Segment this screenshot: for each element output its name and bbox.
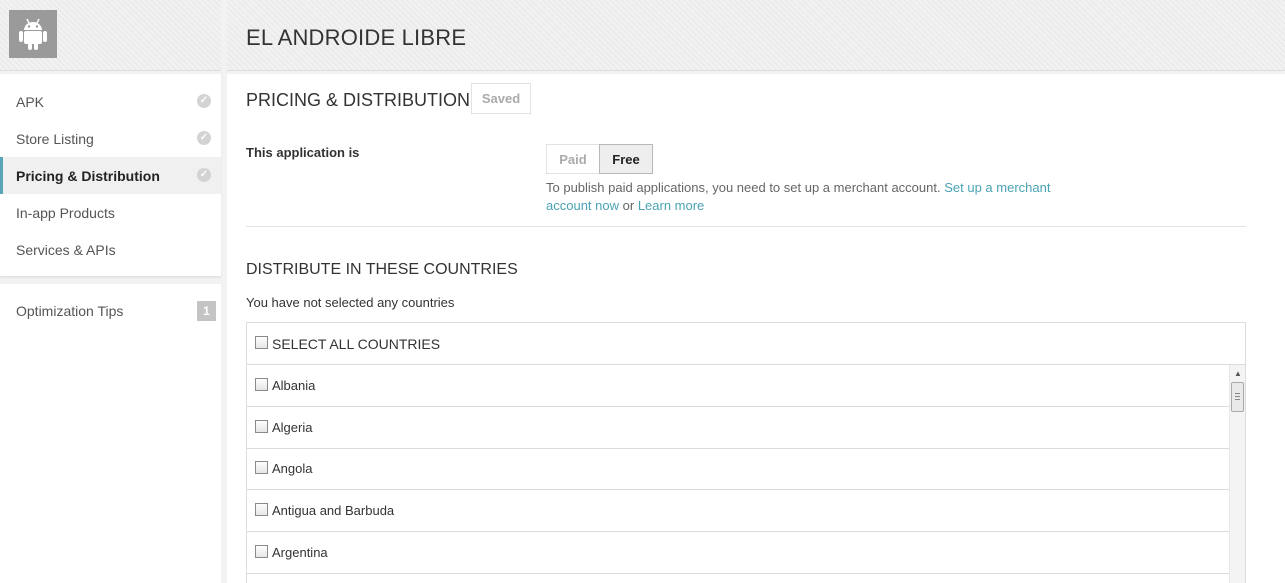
- country-scroll-area: Albania Algeria Angola Antigua and Barbu…: [247, 365, 1245, 583]
- list-item[interactable]: Antigua and Barbuda: [247, 490, 1229, 532]
- sidebar-item-label: In-app Products: [16, 204, 115, 221]
- android-icon[interactable]: [9, 10, 57, 58]
- main-content: PRICING & DISTRIBUTION Saved This applic…: [227, 74, 1285, 583]
- country-checkbox[interactable]: [255, 503, 268, 516]
- scroll-thumb[interactable]: [1231, 382, 1244, 412]
- select-all-checkbox[interactable]: [255, 336, 268, 349]
- paid-button[interactable]: Paid: [546, 144, 599, 174]
- vertical-scrollbar[interactable]: ▲: [1229, 365, 1245, 583]
- list-item[interactable]: Albania: [247, 365, 1229, 407]
- countries-section-title: DISTRIBUTE IN THESE COUNTRIES: [246, 261, 518, 278]
- country-name: Algeria: [272, 420, 313, 435]
- list-item[interactable]: Argentina: [247, 532, 1229, 574]
- app-icon-header: [0, 0, 221, 71]
- section-title: PRICING & DISTRIBUTION: [246, 90, 471, 110]
- application-type-label: This application is: [246, 145, 360, 160]
- check-circle-icon: ✓: [197, 94, 211, 108]
- saved-button[interactable]: Saved: [471, 83, 531, 114]
- countries-status: You have not selected any countries: [246, 295, 455, 310]
- scroll-up-icon[interactable]: ▲: [1230, 365, 1245, 381]
- sidebar-item-apk[interactable]: APK ✓: [0, 83, 221, 120]
- country-name: Angola: [272, 461, 313, 476]
- sidebar-item-label: APK: [16, 93, 45, 110]
- country-name: Argentina: [272, 545, 328, 560]
- select-all-row[interactable]: SELECT ALL COUNTRIES: [247, 323, 1245, 365]
- sidebar-item-label: Store Listing: [16, 130, 94, 147]
- optimization-tips-label: Optimization Tips: [16, 303, 124, 319]
- sidebar-item-in-app-products[interactable]: In-app Products: [0, 194, 221, 231]
- check-circle-icon: ✓: [197, 131, 211, 145]
- divider: [246, 226, 1246, 227]
- price-toggle: Paid Free: [546, 144, 653, 174]
- select-all-label: SELECT ALL COUNTRIES: [272, 335, 441, 352]
- sidebar-item-optimization-tips[interactable]: Optimization Tips 1: [0, 284, 221, 583]
- country-name: Albania: [272, 378, 316, 393]
- app-title: EL ANDROIDE LIBRE: [246, 25, 467, 50]
- merchant-note: To publish paid applications, you need t…: [546, 179, 1066, 215]
- sidebar-item-label: Services & APIs: [16, 241, 116, 258]
- country-list: SELECT ALL COUNTRIES Albania Algeria Ang…: [246, 322, 1246, 583]
- sidebar-item-pricing-distribution[interactable]: Pricing & Distribution ✓: [0, 157, 221, 194]
- country-checkbox[interactable]: [255, 461, 268, 474]
- list-item[interactable]: Angola: [247, 448, 1229, 490]
- sidebar-nav: APK ✓ Store Listing ✓ Pricing & Distribu…: [0, 74, 221, 277]
- country-name: Antigua and Barbuda: [272, 503, 395, 518]
- sidebar-item-label: Pricing & Distribution: [16, 167, 160, 184]
- country-checkbox[interactable]: [255, 420, 268, 433]
- free-button[interactable]: Free: [599, 144, 653, 174]
- list-item[interactable]: Algeria: [247, 407, 1229, 449]
- merchant-note-text: To publish paid applications, you need t…: [546, 180, 941, 195]
- grip-icon: [1235, 393, 1240, 400]
- country-checkbox[interactable]: [255, 545, 268, 558]
- sidebar-item-services-apis[interactable]: Services & APIs: [0, 231, 221, 268]
- or-text: or: [622, 198, 635, 213]
- optimization-count-badge: 1: [197, 301, 216, 321]
- country-checkbox[interactable]: [255, 378, 268, 391]
- learn-more-link[interactable]: Learn more: [638, 198, 704, 213]
- sidebar-item-store-listing[interactable]: Store Listing ✓: [0, 120, 221, 157]
- check-circle-icon: ✓: [197, 168, 211, 182]
- page-header: EL ANDROIDE LIBRE: [227, 0, 1285, 71]
- sidebar: APK ✓ Store Listing ✓ Pricing & Distribu…: [0, 74, 221, 583]
